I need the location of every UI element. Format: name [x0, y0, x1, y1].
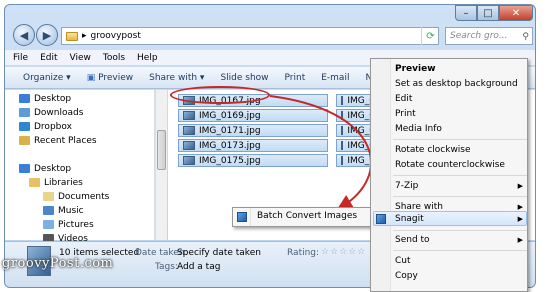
menu-item-7zip[interactable]: 7-Zip ▶ [395, 179, 525, 193]
snagit-icon [376, 214, 386, 224]
menu-item-snagit[interactable]: Snagit ▶ [395, 212, 525, 226]
menu-item-edit[interactable]: Edit [395, 92, 525, 106]
menu-item-rotate-clockwise[interactable]: Rotate clockwise [395, 143, 525, 157]
submenu-arrow-icon: ▶ [517, 215, 523, 223]
submenu-arrow-icon: ▶ [517, 236, 523, 244]
menu-item-print[interactable]: Print [395, 107, 525, 121]
menu-item-rotate-counterclockwise[interactable]: Rotate counterclockwise [395, 158, 525, 172]
menu-label: Send to [395, 235, 430, 245]
menu-separator [393, 196, 527, 197]
menu-item-cut[interactable]: Cut [395, 254, 525, 268]
watermark: groovyPost.com [2, 256, 114, 271]
menu-label: Snagit [395, 214, 424, 224]
menu-item-set-desktop-background[interactable]: Set as desktop background [395, 77, 525, 91]
menu-separator [393, 250, 527, 251]
batch-convert-item[interactable]: Batch Convert Images [257, 211, 357, 221]
submenu-arrow-icon: ▶ [517, 182, 523, 190]
snagit-submenu: Batch Convert Images [232, 207, 372, 227]
menu-item-preview[interactable]: Preview [395, 62, 525, 76]
menu-label: 7-Zip [395, 181, 419, 191]
context-menu: Preview Set as desktop background Edit P… [370, 58, 528, 292]
menu-item-send-to[interactable]: Send to ▶ [395, 233, 525, 247]
batch-convert-icon [237, 212, 247, 222]
menu-item-copy[interactable]: Copy [395, 269, 525, 283]
menu-separator [393, 230, 527, 231]
menu-separator [393, 175, 527, 176]
menu-item-media-info[interactable]: Media Info [395, 122, 525, 136]
menu-separator [393, 139, 527, 140]
menu-gutter [371, 59, 391, 291]
